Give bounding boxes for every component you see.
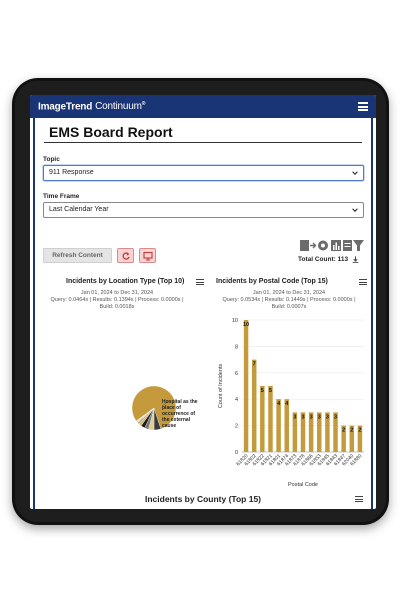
topic-select[interactable]: 911 Response — [43, 165, 364, 181]
share-icon[interactable] — [318, 240, 328, 251]
location-chart-menu-icon[interactable] — [196, 279, 204, 285]
download-icon[interactable] — [352, 256, 359, 263]
refresh-icon — [122, 252, 130, 260]
bar-value-label: 3 — [318, 414, 321, 420]
left-border — [33, 118, 35, 509]
bar-value-label: 3 — [326, 414, 329, 420]
bar-value-label: 3 — [310, 414, 313, 420]
topic-value: 911 Response — [49, 169, 94, 176]
bar[interactable] — [268, 386, 273, 452]
y-tick-label: 10 — [232, 318, 238, 324]
title-divider — [44, 142, 362, 143]
right-border — [371, 118, 373, 509]
brand-logo[interactable]: ImageTrend Continuum® — [38, 101, 145, 112]
table-icon[interactable] — [343, 240, 352, 251]
app-screen: ImageTrend Continuum® EMS Board Report To… — [30, 95, 376, 509]
location-build-stats: Build: 0.0018s — [99, 304, 135, 310]
bar-value-label: 2 — [350, 428, 353, 434]
y-tick-label: 2 — [235, 424, 238, 430]
x-axis-label: Postal Code — [288, 482, 318, 488]
bar[interactable] — [251, 359, 257, 452]
monitor-icon — [143, 251, 153, 261]
bar-value-label: 7 — [253, 362, 256, 368]
filter-icon[interactable] — [353, 240, 364, 251]
postal-date-range: Jan 01, 2024 to Dec 31, 2024 — [252, 290, 326, 296]
bar-value-label: 2 — [342, 428, 345, 434]
postal-chart-menu-icon[interactable] — [359, 279, 367, 285]
bar[interactable] — [260, 386, 265, 452]
topic-label: Topic — [43, 156, 60, 163]
tablet-frame: ImageTrend Continuum® EMS Board Report To… — [12, 78, 389, 525]
y-tick-label: 6 — [235, 371, 238, 377]
county-chart-menu-icon[interactable] — [355, 496, 363, 502]
location-chart-title: Incidents by Location Type (Top 10) — [66, 278, 185, 285]
brand-main: ImageTrend — [38, 101, 93, 113]
bar-value-label: 10 — [243, 322, 249, 328]
main-menu-icon[interactable] — [358, 102, 368, 111]
y-tick-label: 8 — [235, 344, 238, 350]
brand-sub: Continuum — [95, 101, 142, 113]
brand-mark: ® — [141, 100, 146, 107]
bar[interactable] — [243, 320, 249, 452]
refresh-content-button[interactable]: Refresh Content — [43, 248, 112, 263]
timeframe-label: Time Frame — [43, 193, 80, 200]
bar-value-label: 3 — [293, 414, 296, 420]
location-chart-meta: Jan 01, 2024 to Dec 31, 2024 Query: 0.04… — [42, 290, 192, 311]
timeframe-select[interactable]: Last Calendar Year — [43, 202, 364, 218]
location-date-range: Jan 01, 2024 to Dec 31, 2024 — [80, 290, 154, 296]
postal-query-stats: Query: 0.0534s | Results: 0.1449s | Proc… — [222, 297, 356, 303]
total-count: Total Count: 113 — [298, 256, 359, 263]
postal-chart-title: Incidents by Postal Code (Top 15) — [216, 278, 328, 285]
total-count-text: Total Count: 113 — [298, 256, 349, 264]
location-query-stats: Query: 0.0464s | Results: 0.1394s | Proc… — [50, 297, 184, 303]
postal-chart-meta: Jan 01, 2024 to Dec 31, 2024 Query: 0.05… — [214, 290, 364, 311]
y-axis-label: Count of Incidents — [218, 364, 224, 409]
reset-button[interactable] — [117, 248, 134, 263]
bar-value-label: 3 — [301, 414, 304, 420]
y-tick-label: 0 — [235, 450, 238, 456]
tablet-bezel: ImageTrend Continuum® EMS Board Report To… — [15, 81, 386, 522]
timeframe-value: Last Calendar Year — [49, 206, 109, 213]
chevron-down-icon — [352, 208, 358, 212]
county-chart-title: Incidents by County (Top 15) — [144, 494, 261, 504]
report-tools — [300, 240, 364, 251]
bar-value-label: 5 — [261, 388, 264, 394]
app-header: ImageTrend Continuum® — [30, 95, 376, 118]
pie-slice-label: Hospital as the place of occurrence of t… — [162, 399, 198, 429]
postal-bar-chart: 1075 54 43 3 3 3 3 32 2 2 0246810 618206180261822… — [218, 318, 364, 488]
bar-chart-icon[interactable] — [331, 240, 341, 251]
chevron-down-icon — [352, 171, 358, 175]
export-icon[interactable] — [300, 240, 317, 251]
bar-value-label: 3 — [334, 414, 337, 420]
bar-value-label: 2 — [358, 428, 361, 434]
presentation-button[interactable] — [139, 248, 156, 263]
bar-value-label: 5 — [269, 388, 272, 394]
page-title: EMS Board Report — [49, 124, 173, 140]
y-tick-label: 4 — [235, 397, 238, 403]
